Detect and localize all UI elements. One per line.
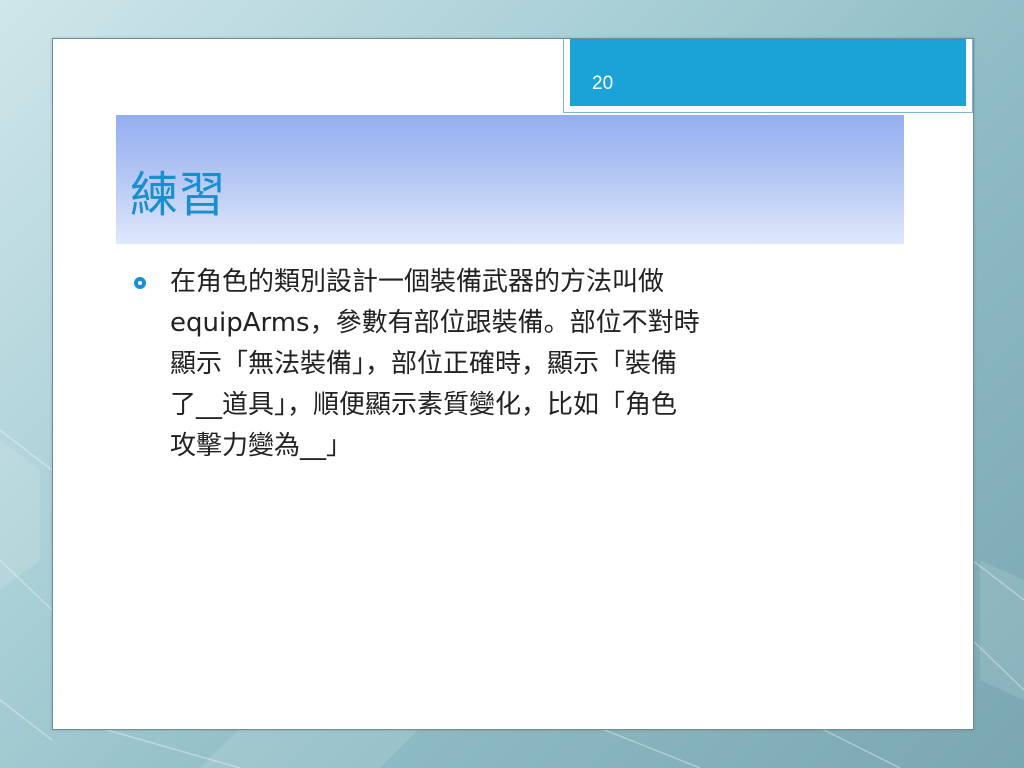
title-band: 練習	[116, 115, 904, 244]
slide-content: 在角色的類別設計一個裝備武器的方法叫做 equipArms，參數有部位跟裝備。部…	[132, 262, 862, 467]
slide-number-tab: 20	[563, 39, 973, 113]
circle-bullet-icon	[134, 277, 146, 289]
slide-number-panel: 20	[570, 39, 966, 106]
bullet-item: 在角色的類別設計一個裝備武器的方法叫做 equipArms，參數有部位跟裝備。部…	[132, 262, 862, 467]
slide-number: 20	[592, 73, 614, 94]
slide-title: 練習	[130, 167, 227, 223]
bullet-text: 在角色的類別設計一個裝備武器的方法叫做 equipArms，參數有部位跟裝備。部…	[170, 267, 700, 461]
